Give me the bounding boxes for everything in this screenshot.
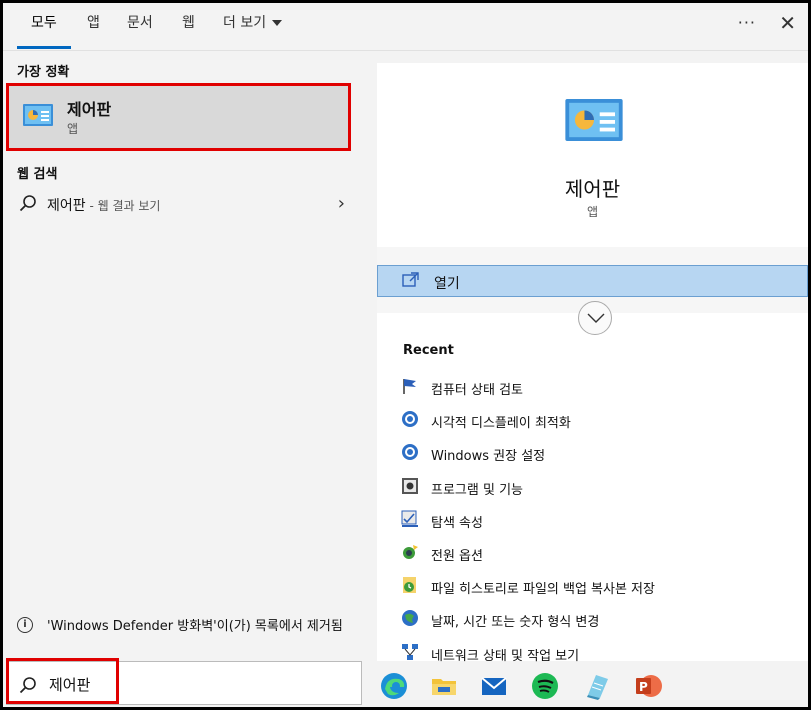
tab-more[interactable]: 더 보기 xyxy=(223,13,283,43)
accessibility-icon xyxy=(402,444,418,461)
tab-apps[interactable]: 앱 xyxy=(87,13,100,43)
recent-list: 컴퓨터 상태 검토 시각적 디스플레이 최적화 Windows 권장 설정 프로… xyxy=(401,373,801,672)
recent-panel: Recent 컴퓨터 상태 검토 시각적 디스플레이 최적화 Windows 권… xyxy=(377,313,808,664)
best-match-title: 제어판 xyxy=(67,100,112,119)
recent-item-label: 프로그램 및 기능 xyxy=(431,482,523,498)
preview-header: 제어판 앱 xyxy=(377,63,808,247)
web-result-query: 제어판 xyxy=(47,198,86,214)
preview-type: 앱 xyxy=(586,205,599,219)
region-icon xyxy=(402,610,418,627)
recent-item[interactable]: 컴퓨터 상태 검토 xyxy=(401,373,801,406)
search-window: 모두 앱 문서 웹 더 보기 ··· ✕ 가장 정확 제어판 앱 웹 검색 제어… xyxy=(0,0,811,710)
recent-item[interactable]: Windows 권장 설정 xyxy=(401,439,801,472)
power-icon xyxy=(403,544,418,559)
tab-web[interactable]: 웹 xyxy=(182,13,195,43)
tab-documents[interactable]: 문서 xyxy=(127,13,153,43)
preview-title: 제어판 xyxy=(564,177,621,201)
search-highlight-box xyxy=(6,658,119,704)
web-result-hint: - 웹 결과 보기 xyxy=(85,199,161,213)
tab-more-label: 더 보기 xyxy=(223,15,267,31)
file-history-icon xyxy=(403,577,416,594)
svg-text:P: P xyxy=(639,680,648,694)
best-match-heading: 가장 정확 xyxy=(17,65,70,80)
chevron-down-icon xyxy=(587,313,605,323)
active-tab-indicator xyxy=(17,46,71,49)
powerpoint-icon[interactable]: P xyxy=(633,671,663,701)
file-explorer-icon[interactable] xyxy=(429,671,459,701)
flag-icon xyxy=(403,379,416,394)
best-match-type: 앱 xyxy=(67,122,79,136)
recent-item-label: 컴퓨터 상태 검토 xyxy=(431,383,523,398)
recent-item[interactable]: 전원 옵션 xyxy=(401,539,801,572)
accessibility-icon xyxy=(402,411,418,428)
open-icon xyxy=(402,272,419,287)
folder-options-icon xyxy=(401,510,418,527)
spotify-icon[interactable] xyxy=(530,671,560,701)
recent-item[interactable]: 프로그램 및 기능 xyxy=(401,473,801,506)
recent-item[interactable]: 탐색 속성 xyxy=(401,506,801,539)
open-action[interactable]: 열기 xyxy=(377,265,808,297)
recent-item[interactable]: 시각적 디스플레이 최적화 xyxy=(401,406,801,439)
tab-all[interactable]: 모두 xyxy=(31,13,57,43)
network-icon xyxy=(402,643,418,660)
programs-icon xyxy=(402,477,418,494)
recent-item[interactable]: 파일 히스토리로 파일의 백업 복사본 저장 xyxy=(401,572,801,605)
caret-down-icon xyxy=(272,20,283,26)
recent-item-label: 전원 옵션 xyxy=(431,548,483,564)
search-icon xyxy=(19,195,36,212)
more-options-button[interactable]: ··· xyxy=(738,13,756,32)
best-match-result[interactable]: 제어판 앱 xyxy=(6,83,351,151)
recent-item-label: 시각적 디스플레이 최적화 xyxy=(431,416,571,432)
removal-notice: i 'Windows Defender 방화벽'이(가) 목록에서 제거됨 xyxy=(3,615,365,661)
expand-button[interactable] xyxy=(578,301,612,335)
control-panel-icon xyxy=(23,104,53,126)
info-icon: i xyxy=(17,617,33,633)
mail-icon[interactable] xyxy=(479,671,509,701)
web-search-heading: 웹 검색 xyxy=(17,167,58,182)
notice-text: 'Windows Defender 방화벽'이(가) 목록에서 제거됨 xyxy=(47,619,343,634)
close-button[interactable]: ✕ xyxy=(779,11,796,35)
chevron-right-icon[interactable]: › xyxy=(338,193,345,214)
open-label: 열기 xyxy=(434,276,460,292)
recent-item-label: 네트워크 상태 및 작업 보기 xyxy=(431,648,580,664)
edge-icon[interactable] xyxy=(379,671,409,701)
results-panel: 가장 정확 제어판 앱 웹 검색 제어판 - 웹 결과 보기 › i 'Wind… xyxy=(3,51,365,661)
web-search-result[interactable]: 제어판 - 웹 결과 보기 › xyxy=(3,191,365,221)
taskbar: P xyxy=(365,665,808,707)
recent-item-label: Windows 권장 설정 xyxy=(431,449,546,465)
preview-panel: 제어판 앱 Recent 컴퓨터 상태 검토 시각적 디스플레이 최적화 Win… xyxy=(377,63,808,664)
recent-heading: Recent xyxy=(403,343,454,358)
recent-item[interactable]: 날짜, 시간 또는 숫자 형식 변경 xyxy=(401,605,801,638)
recent-item-label: 파일 히스토리로 파일의 백업 복사본 저장 xyxy=(431,582,655,598)
recent-item-label: 날짜, 시간 또는 숫자 형식 변경 xyxy=(431,615,600,631)
recent-item-label: 탐색 속성 xyxy=(431,515,483,531)
control-panel-icon xyxy=(565,99,623,141)
web-result-text: 제어판 - 웹 결과 보기 xyxy=(47,195,160,215)
search-tabs-bar: 모두 앱 문서 웹 더 보기 ··· ✕ xyxy=(3,3,808,51)
notepad-icon[interactable] xyxy=(582,671,612,701)
